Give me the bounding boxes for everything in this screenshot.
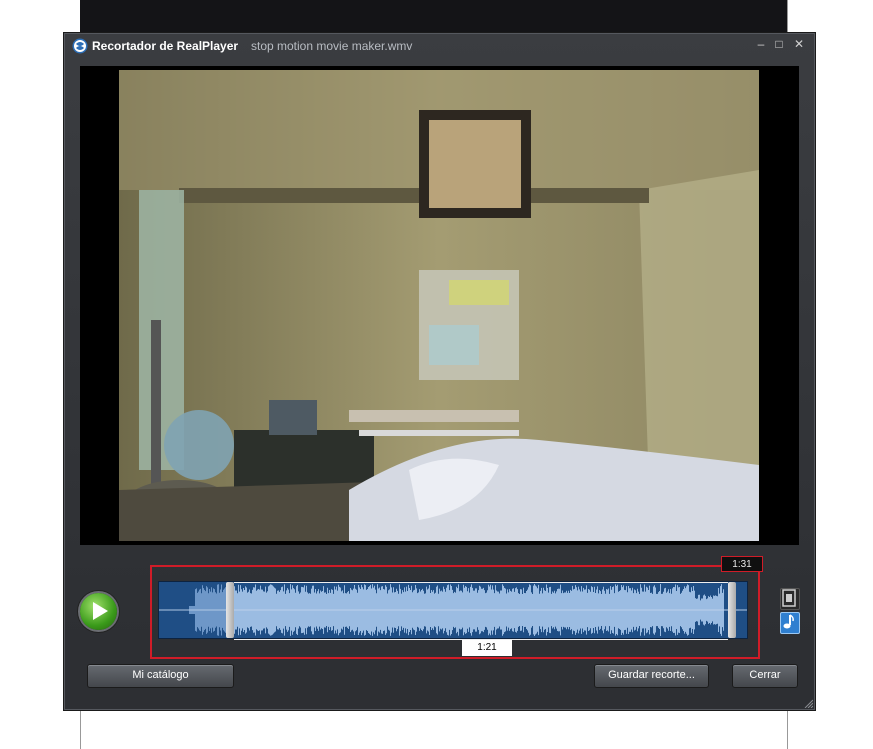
film-strip-icon (782, 589, 796, 607)
save-clip-button[interactable]: Guardar recorte... (594, 664, 709, 688)
play-button[interactable] (80, 593, 117, 630)
video-mode-button[interactable] (780, 588, 800, 610)
close-button[interactable]: Cerrar (732, 664, 798, 688)
video-area (80, 66, 799, 545)
audio-mode-button[interactable] (780, 612, 800, 634)
trimmer-window: Recortador de RealPlayer stop motion mov… (63, 32, 816, 711)
selection-range (233, 582, 729, 640)
resize-grip-icon[interactable] (803, 698, 813, 708)
title-bar[interactable]: Recortador de RealPlayer stop motion mov… (64, 33, 815, 59)
catalog-button[interactable]: Mi catálogo (87, 664, 234, 688)
minimize-button[interactable]: – (754, 37, 768, 51)
selection-duration: 1:21 (462, 640, 512, 656)
app-title: Recortador de RealPlayer (92, 39, 239, 53)
maximize-button[interactable]: □ (772, 37, 786, 51)
music-note-icon (783, 614, 794, 629)
realplayer-logo-icon (72, 38, 88, 54)
close-window-button[interactable]: ✕ (792, 37, 806, 51)
file-name: stop motion movie maker.wmv (251, 39, 413, 53)
play-icon (93, 602, 108, 620)
video-frame[interactable] (119, 70, 759, 541)
end-time-label: 1:31 (721, 556, 763, 572)
trim-end-handle[interactable] (728, 582, 737, 638)
trim-start-handle[interactable] (225, 582, 234, 638)
